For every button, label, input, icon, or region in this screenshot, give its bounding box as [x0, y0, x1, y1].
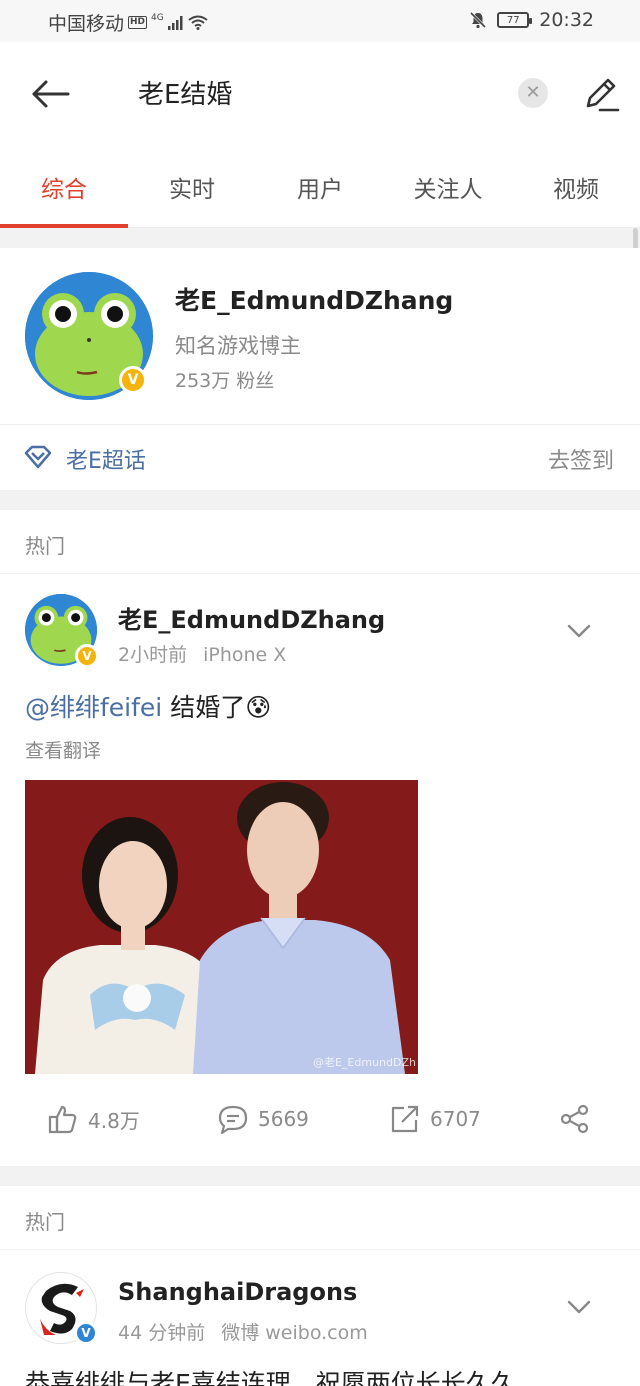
status-right: 77 20:32: [469, 9, 594, 31]
tab-users[interactable]: 用户: [256, 170, 384, 204]
user-fans-count: 253万 粉丝: [175, 370, 275, 392]
repost-button[interactable]: 6707: [390, 1104, 481, 1134]
search-header: 老E结婚 ✕: [0, 42, 640, 146]
comment-button[interactable]: 5669: [218, 1104, 309, 1134]
comment-icon: [218, 1105, 248, 1134]
like-icon: [48, 1105, 77, 1134]
verified-badge: V: [74, 1321, 98, 1345]
super-topic-row[interactable]: 老E超话 去签到: [0, 425, 640, 490]
chevron-down-icon[interactable]: [566, 1298, 592, 1316]
like-button[interactable]: 4.8万: [48, 1104, 140, 1134]
clear-icon[interactable]: ✕: [518, 78, 548, 108]
tab-video[interactable]: 视频: [512, 170, 640, 204]
tab-general[interactable]: 综合: [0, 170, 128, 204]
wedding-photo-image: [25, 780, 418, 1074]
post-time: 2小时前: [118, 644, 188, 666]
comment-count: 5669: [258, 1107, 309, 1131]
network-type: 4G: [151, 12, 164, 23]
tab-realtime[interactable]: 实时: [128, 170, 256, 204]
super-topic-label[interactable]: 老E超话: [66, 443, 146, 475]
post-time: 44 分钟前: [118, 1322, 206, 1344]
status-bar: 中国移动 HD 4G 77 20:32: [0, 0, 640, 42]
user-card[interactable]: V 老E_EdmundDZhang 知名游戏博主 253万 粉丝 老E超话 去签…: [0, 248, 640, 490]
post-text-body: 结婚了: [162, 693, 246, 722]
post-text: @绯绯feifei 结婚了😰: [25, 688, 271, 724]
mute-bell-icon: [470, 11, 487, 29]
translate-link[interactable]: 查看翻译: [25, 736, 101, 763]
avatar[interactable]: V: [25, 272, 153, 400]
edit-pencil-icon[interactable]: [578, 72, 622, 116]
verified-badge: V: [119, 366, 147, 394]
user-name[interactable]: 老E_EdmundDZhang: [175, 281, 453, 317]
section-header-hot: 热门: [0, 510, 640, 574]
post-device: 微博 weibo.com: [221, 1322, 368, 1344]
search-input[interactable]: 老E结婚: [138, 74, 232, 111]
share-button[interactable]: [560, 1104, 590, 1134]
hd-badge: HD: [128, 16, 148, 29]
post-photo[interactable]: @老E_EdmundDZh: [25, 780, 418, 1074]
post-card[interactable]: V 老E_EdmundDZhang 2小时前 iPhone X @绯绯feifei…: [0, 574, 640, 1166]
back-arrow-icon[interactable]: [28, 72, 72, 116]
share-icon: [560, 1104, 589, 1134]
post-text-body: 恭喜绯绯与老E喜结连理，祝愿两位长长久久: [25, 1369, 516, 1386]
post-author[interactable]: ShanghaiDragons: [118, 1278, 357, 1306]
active-tab-indicator: [0, 224, 128, 228]
like-count: 4.8万: [88, 1108, 140, 1133]
avatar[interactable]: V: [25, 594, 99, 668]
battery-icon: 77: [497, 12, 533, 28]
section-label: 热门: [25, 534, 65, 558]
checkin-button[interactable]: 去签到: [548, 443, 614, 475]
repost-count: 6707: [430, 1107, 481, 1131]
post-actions: 4.8万 5669 6707: [0, 1090, 640, 1150]
chevron-down-icon[interactable]: [566, 622, 592, 640]
super-topic-icon: [24, 445, 52, 469]
post-device: iPhone X: [203, 644, 287, 666]
repost-icon: [391, 1105, 419, 1133]
post-meta: 44 分钟前 微博 weibo.com: [118, 1318, 368, 1345]
post-meta: 2小时前 iPhone X: [118, 640, 286, 667]
section-header-hot: 热门: [0, 1186, 640, 1250]
carrier-name: 中国移动: [48, 13, 125, 35]
photo-watermark: @老E_EdmundDZh: [312, 1056, 416, 1069]
wifi-icon: [188, 15, 208, 30]
tab-following[interactable]: 关注人: [384, 170, 512, 204]
avatar[interactable]: V: [25, 1272, 98, 1345]
section-label: 热门: [25, 1210, 65, 1234]
verified-badge: V: [75, 644, 99, 668]
search-tabs: 综合 实时 用户 关注人 视频: [0, 146, 640, 228]
user-description: 知名游戏博主: [175, 334, 301, 358]
clock: 20:32: [539, 9, 594, 31]
status-left: 中国移动 HD 4G: [48, 9, 208, 36]
signal-icon: [167, 15, 183, 30]
face-emoji: 😰: [245, 693, 272, 722]
post-author[interactable]: 老E_EdmundDZhang: [118, 600, 385, 635]
mention-link[interactable]: @绯绯feifei: [25, 693, 162, 722]
post-card[interactable]: V ShanghaiDragons 44 分钟前 微博 weibo.com 恭喜绯…: [0, 1250, 640, 1386]
